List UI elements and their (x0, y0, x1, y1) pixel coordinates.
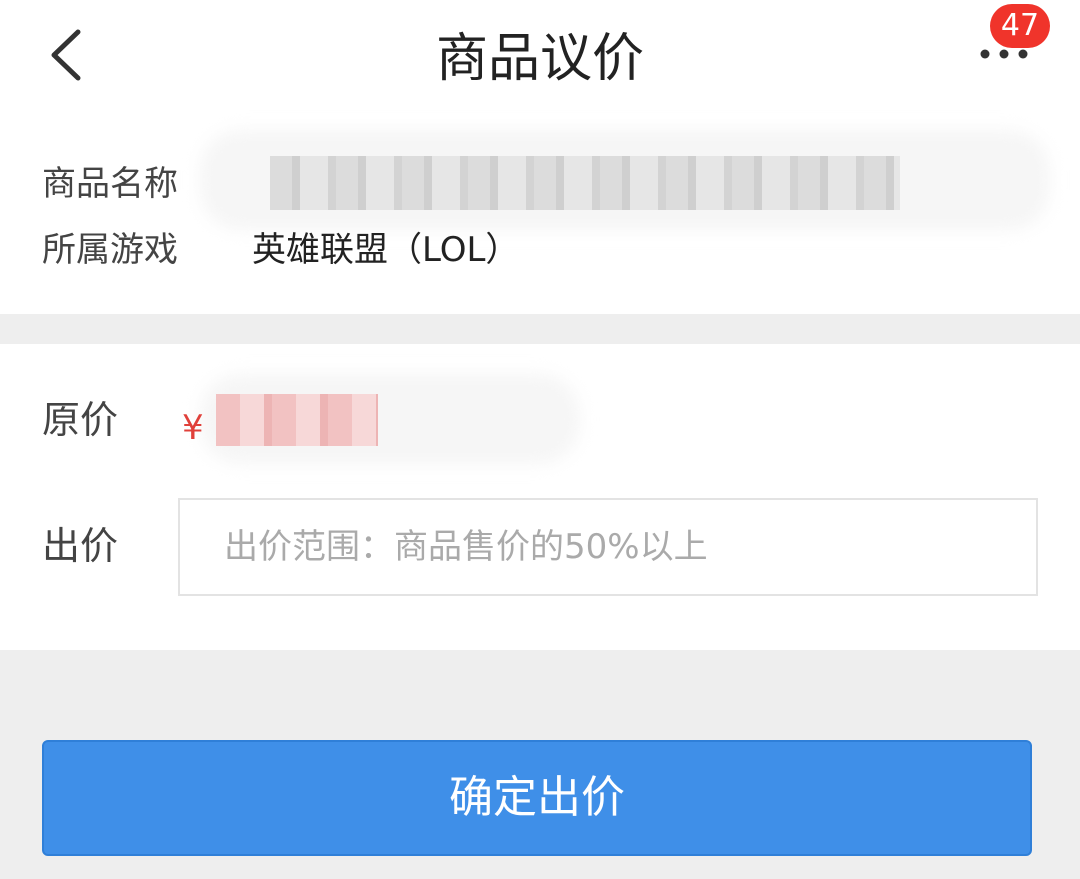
page-title: 商品议价 (435, 29, 644, 89)
game-label: 所属游戏 (42, 230, 178, 270)
original-price-label: 原价 (42, 398, 119, 442)
game-value: 英雄联盟（LOL） (252, 230, 520, 270)
notification-badge: 47 (990, 4, 1050, 48)
offer-price-input[interactable] (178, 498, 1038, 596)
redacted-product-name (270, 156, 900, 210)
product-info-section: 商品名称 所属游戏 英雄联盟（LOL） (0, 120, 1080, 314)
redacted-original-price (216, 394, 378, 446)
product-name-label: 商品名称 (42, 164, 178, 204)
price-section: 原价 ¥ 出价 (0, 344, 1080, 650)
top-bar: 商品议价 47 (0, 0, 1080, 120)
confirm-offer-button[interactable]: 确定出价 (42, 740, 1032, 856)
offer-label: 出价 (42, 524, 119, 568)
currency-symbol: ¥ (182, 408, 204, 448)
